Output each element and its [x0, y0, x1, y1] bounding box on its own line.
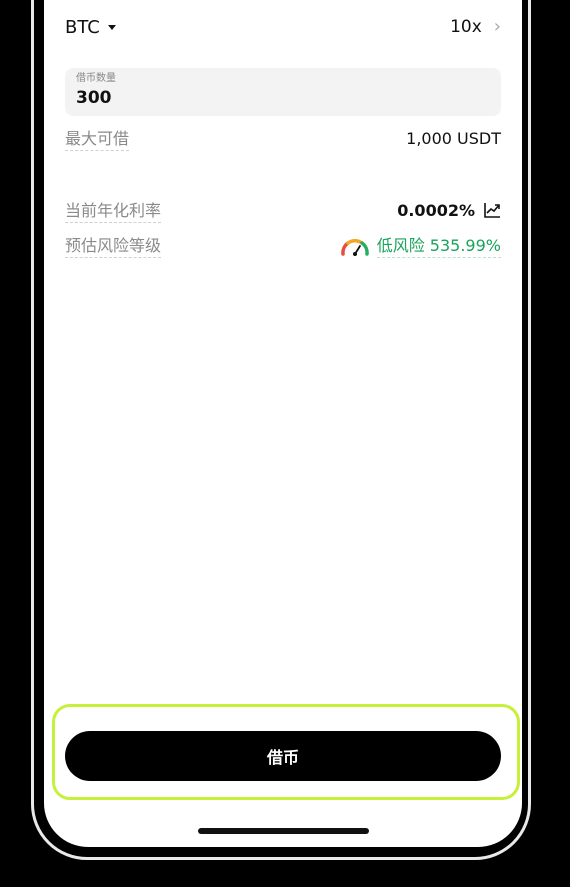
- trend-chart-icon[interactable]: [483, 201, 501, 219]
- home-indicator[interactable]: [198, 828, 369, 834]
- annual-rate-row: 当前年化利率 0.0002%: [65, 197, 501, 223]
- max-borrow-value: 1,000 USDT: [406, 128, 501, 148]
- annual-rate-right: 0.0002%: [397, 201, 501, 220]
- annual-rate-value: 0.0002%: [397, 200, 475, 220]
- borrow-amount-value[interactable]: 300: [76, 88, 490, 108]
- max-borrow-label[interactable]: 最大可借: [65, 125, 130, 151]
- leverage-selector[interactable]: 10x ›: [450, 17, 501, 37]
- borrow-amount-label: 借币数量: [76, 73, 116, 84]
- risk-level-value[interactable]: 低风险 535.99%: [376, 232, 501, 258]
- borrow-amount-field[interactable]: 借币数量 300: [65, 68, 501, 116]
- risk-level-label[interactable]: 预估风险等级: [65, 232, 162, 258]
- risk-level-right: 低风险 535.99%: [339, 232, 501, 258]
- asset-select[interactable]: BTC: [65, 17, 116, 38]
- risk-level-row: 预估风险等级 低风险 535.99%: [65, 232, 501, 258]
- caret-down-icon: [107, 24, 116, 30]
- chevron-right-icon: ›: [493, 16, 501, 37]
- leverage-value: 10x: [450, 17, 482, 37]
- borrow-button[interactable]: 借币: [65, 731, 501, 781]
- gauge-icon: [340, 239, 369, 256]
- asset-name: BTC: [65, 16, 100, 38]
- annual-rate-label[interactable]: 当前年化利率: [65, 197, 162, 223]
- asset-row: BTC 10x ›: [65, 14, 501, 40]
- max-borrow-row: 最大可借 1,000 USDT: [65, 125, 501, 151]
